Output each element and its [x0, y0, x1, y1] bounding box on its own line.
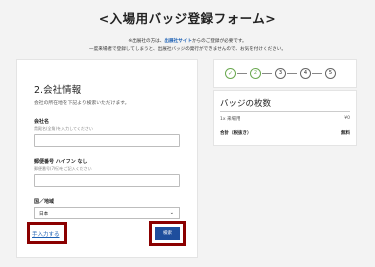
- badge-line-price: ¥0: [344, 116, 350, 121]
- page-title: <入場用バッジ登録フォーム>: [98, 11, 277, 26]
- section-subtitle: 会社の所在地を下記より検索いただけます。: [34, 101, 130, 106]
- step-connector: [262, 73, 272, 74]
- notice-prefix: ※出展社の方は、: [128, 39, 165, 44]
- chevron-down-icon: ⌄: [169, 210, 174, 216]
- company-info-form: 2.会社情報 会社の所在地を下記より検索いただけます。 会社名 貴殿名(全角)を…: [16, 59, 198, 258]
- badge-total: 合計（税抜き） 無料: [220, 130, 350, 136]
- company-name-hint: 貴殿名(全角)を入力してください: [34, 126, 93, 131]
- company-name-input[interactable]: [34, 134, 180, 147]
- step-2: 2: [250, 68, 261, 79]
- badge-summary: バッジの枚数 1x 来場用 ¥0 合計（税抜き） 無料: [213, 90, 357, 146]
- step-connector: [312, 73, 322, 74]
- postal-code-label: 郵便番号 ハイフン なし: [34, 159, 88, 165]
- progress-steps: ✓ 2 3 4 5: [213, 59, 357, 88]
- badge-summary-title: バッジの枚数: [220, 99, 272, 109]
- exhibitor-notice: ※出展社の方は、出展社サイトからのご登録が必要です。: [0, 38, 375, 44]
- step-connector: [237, 73, 247, 74]
- search-button[interactable]: 検索: [155, 227, 180, 240]
- company-name-label: 会社名: [34, 119, 50, 125]
- badge-line-label: 1x 来場用: [220, 117, 241, 122]
- step-1: ✓: [225, 68, 236, 79]
- step-4: 4: [300, 68, 311, 79]
- section-title: 2.会社情報: [34, 85, 82, 96]
- country-select[interactable]: 日本 ⌄: [34, 207, 180, 219]
- badge-total-value: 無料: [341, 131, 350, 136]
- notice-suffix: からのご登録が必要です。: [191, 39, 247, 44]
- manual-entry-link[interactable]: 手入力する: [32, 230, 60, 238]
- exhibitor-site-link[interactable]: 出展社サイト: [164, 39, 192, 44]
- badge-line-item: 1x 来場用 ¥0: [220, 116, 350, 122]
- country-label: 国／地域: [34, 199, 55, 205]
- step-connector: [287, 73, 297, 74]
- registration-warning: 一度来場者で登録してしまうと、出展社バッジの発行ができませんので、お気を付けくだ…: [89, 47, 286, 52]
- search-button-highlight: 検索: [149, 221, 186, 246]
- country-selected-value: 日本: [39, 212, 49, 217]
- step-5: 5: [325, 68, 336, 79]
- badge-total-label: 合計（税抜き）: [220, 131, 252, 136]
- postal-code-hint: 郵便番号(7桁)をご記入ください: [34, 166, 92, 171]
- manual-entry-highlight: 手入力する: [27, 222, 67, 244]
- postal-code-input[interactable]: [34, 174, 180, 187]
- step-3: 3: [275, 68, 286, 79]
- divider: [220, 111, 350, 112]
